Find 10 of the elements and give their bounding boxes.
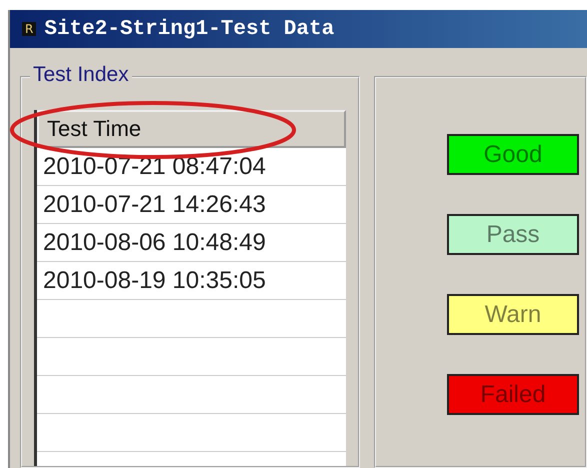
status-legend-badge: Failed <box>447 374 579 415</box>
list-row[interactable]: 2010-07-21 08:47:04 <box>37 148 346 186</box>
status-legend-badge: Pass <box>447 214 579 255</box>
status-legend-badge: Good <box>447 134 579 175</box>
list-row[interactable]: 2010-07-21 14:26:43 <box>37 186 346 224</box>
status-legend-badge: Warn <box>447 294 579 335</box>
list-row[interactable]: 2010-08-06 10:48:49 <box>37 224 346 262</box>
column-header[interactable]: Test Time <box>37 110 346 148</box>
app-icon: R <box>22 22 36 36</box>
window-title: Site2-String1-Test Data <box>44 18 334 40</box>
